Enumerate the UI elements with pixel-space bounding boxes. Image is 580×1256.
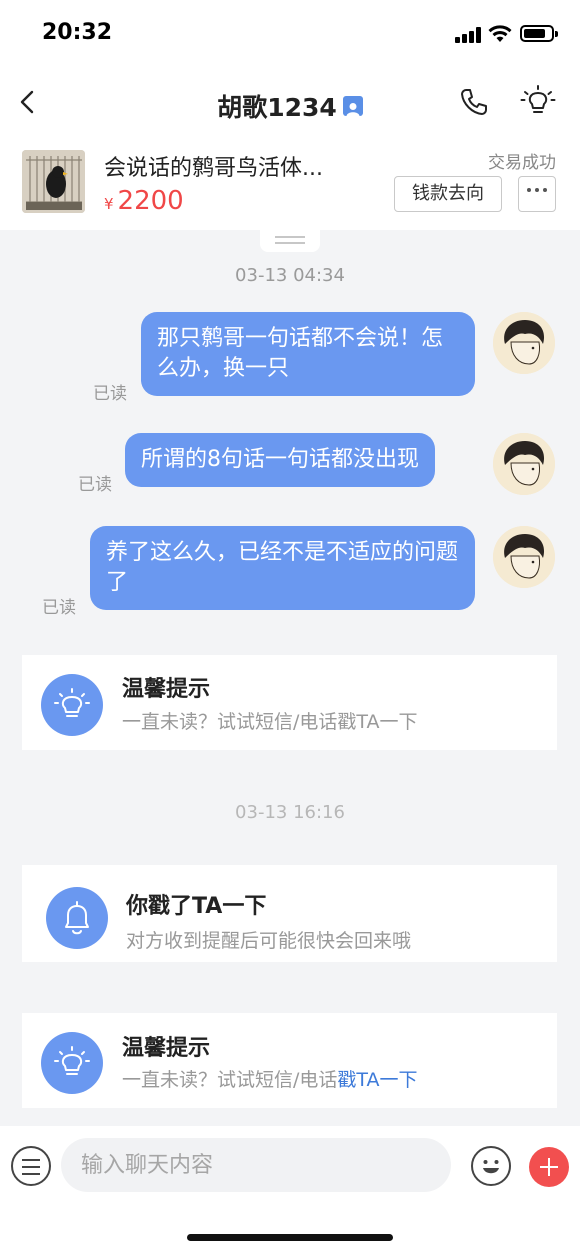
card-subtitle-text: 一直未读？试试短信/电话: [122, 1069, 338, 1091]
wifi-icon: [488, 25, 512, 42]
emoji-button[interactable]: [471, 1146, 511, 1186]
card-title: 温馨提示: [122, 677, 211, 702]
card-subtitle: 一直未读？试试短信/电话戳TA一下: [122, 1065, 418, 1092]
currency-symbol: ¥: [104, 195, 114, 213]
price-value: 2200: [117, 186, 184, 216]
add-button[interactable]: [529, 1147, 569, 1187]
read-receipt: 已读: [78, 475, 112, 495]
product-bar[interactable]: 会说话的鹩哥鸟活体... ¥2200 交易成功 钱款去向: [0, 134, 580, 230]
poke-card: 你戳了TA一下 对方收到提醒后可能很快会回来哦: [22, 865, 557, 962]
product-title[interactable]: 会说话的鹩哥鸟活体...: [104, 150, 364, 182]
message-bubble[interactable]: 养了这么久，已经不是不适应的问题了: [90, 526, 475, 610]
chat-timestamp: 03-13 16:16: [235, 802, 345, 823]
message-bubble[interactable]: 那只鹩哥一句话都不会说！怎么办，换一只: [141, 312, 475, 396]
product-price: ¥2200: [104, 186, 184, 216]
lightbulb-icon: [41, 1032, 103, 1094]
avatar[interactable]: [493, 526, 555, 588]
more-options-button[interactable]: [518, 176, 556, 212]
money-flow-button[interactable]: 钱款去向: [394, 176, 502, 212]
card-title: 你戳了TA一下: [126, 894, 267, 919]
tip-card: 温馨提示 一直未读？试试短信/电话戳TA一下: [22, 655, 557, 750]
product-thumbnail[interactable]: [22, 150, 85, 213]
status-bar: 20:32: [0, 0, 580, 70]
read-receipt: 已读: [93, 384, 127, 404]
read-receipt: 已读: [42, 598, 76, 618]
message-bubble[interactable]: 所谓的8句话一句话都没出现: [125, 433, 435, 487]
tip-card: 温馨提示 一直未读？试试短信/电话戳TA一下: [22, 1013, 557, 1108]
lightbulb-icon: [41, 674, 103, 736]
menu-button[interactable]: [11, 1146, 51, 1186]
phone-icon[interactable]: [458, 86, 490, 118]
pull-handle[interactable]: [260, 228, 320, 252]
input-bar: [0, 1126, 580, 1256]
card-subtitle: 对方收到提醒后可能很快会回来哦: [126, 930, 412, 952]
avatar[interactable]: [493, 312, 555, 374]
bell-icon: [46, 887, 108, 949]
card-subtitle: 一直未读？试试短信/电话戳TA一下: [122, 711, 418, 733]
home-indicator: [187, 1234, 393, 1241]
verified-badge-icon: [342, 96, 363, 116]
chat-title: 胡歌1234: [0, 88, 580, 124]
status-time: 20:32: [42, 20, 113, 45]
poke-link[interactable]: 戳TA一下: [337, 1069, 417, 1091]
chat-timestamp: 03-13 04:34: [235, 265, 345, 286]
chat-input[interactable]: [61, 1138, 451, 1192]
contact-name: 胡歌1234: [217, 93, 337, 122]
battery-icon: [520, 25, 558, 42]
lightbulb-icon[interactable]: [520, 84, 556, 120]
avatar[interactable]: [493, 433, 555, 495]
card-title: 温馨提示: [122, 1036, 211, 1061]
trade-status: 交易成功: [488, 153, 556, 173]
cellular-signal-icon: [455, 27, 481, 43]
nav-bar: 胡歌1234: [0, 70, 580, 134]
